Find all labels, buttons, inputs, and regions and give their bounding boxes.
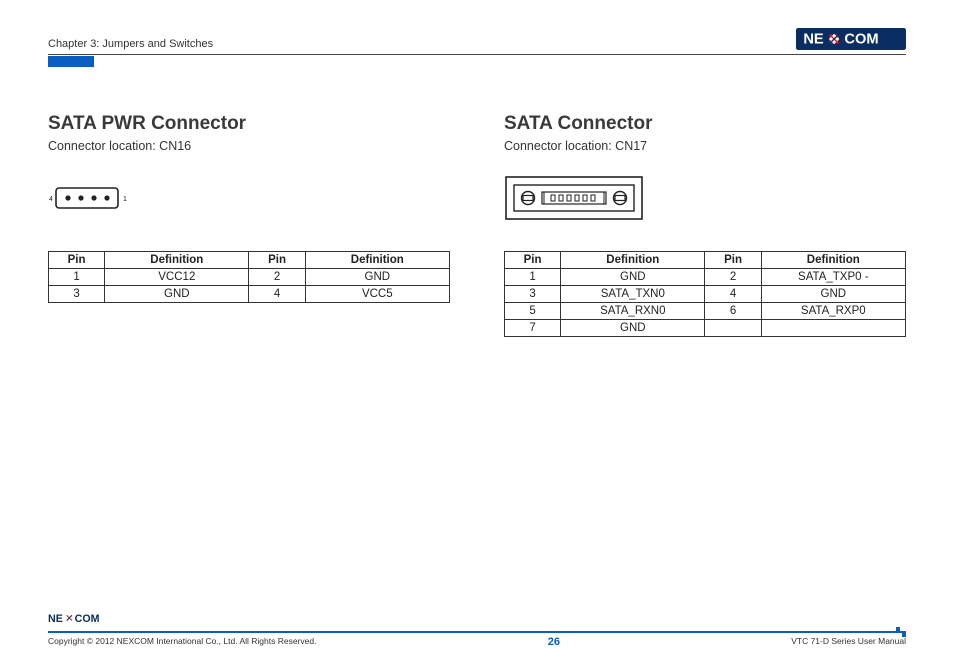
sata-section: SATA Connector Connector location: CN17 xyxy=(504,113,906,337)
svg-text:1: 1 xyxy=(123,196,127,203)
table-row: 5SATA_RXN0 6SATA_RXP0 xyxy=(505,303,906,320)
th-def: Definition xyxy=(305,252,449,269)
footer-rule xyxy=(48,631,906,633)
th-def: Definition xyxy=(105,252,249,269)
table-row: 1GND 2SATA_TXP0 - xyxy=(505,269,906,286)
page-number: 26 xyxy=(548,636,560,648)
cn17-connector-diagram xyxy=(504,175,644,221)
table-row: 3SATA_TXN0 4GND xyxy=(505,286,906,303)
nexcom-footer-logo: NE COM xyxy=(48,611,128,627)
table-row: 7GND xyxy=(505,320,906,337)
accent-bar xyxy=(48,56,94,67)
chapter-title: Chapter 3: Jumpers and Switches xyxy=(48,38,213,50)
nexcom-logo: NE COM xyxy=(796,28,906,50)
svg-text:4: 4 xyxy=(49,196,53,203)
table-row: 3GND 4VCC5 xyxy=(49,286,450,303)
th-def: Definition xyxy=(561,252,705,269)
svg-text:NE: NE xyxy=(48,613,63,625)
th-pin: Pin xyxy=(49,252,105,269)
cn17-pin-table: Pin Definition Pin Definition 1GND 2SATA… xyxy=(504,251,906,337)
th-pin: Pin xyxy=(705,252,761,269)
section-subtitle: Connector location: CN16 xyxy=(48,139,450,153)
copyright-text: Copyright © 2012 NEXCOM International Co… xyxy=(48,636,316,648)
th-pin: Pin xyxy=(505,252,561,269)
table-row: 1VCC12 2GND xyxy=(49,269,450,286)
section-title: SATA Connector xyxy=(504,113,906,135)
svg-text:COM: COM xyxy=(844,31,878,47)
section-title: SATA PWR Connector xyxy=(48,113,450,135)
svg-text:COM: COM xyxy=(75,613,100,625)
doc-title: VTC 71-D Series User Manual xyxy=(791,636,906,648)
sata-pwr-section: SATA PWR Connector Connector location: C… xyxy=(48,113,450,337)
th-def: Definition xyxy=(761,252,905,269)
section-subtitle: Connector location: CN17 xyxy=(504,139,906,153)
th-pin: Pin xyxy=(249,252,305,269)
cn16-connector-diagram: 4 1 xyxy=(48,185,134,211)
cn16-pin-table: Pin Definition Pin Definition 1VCC12 2GN… xyxy=(48,251,450,303)
svg-text:NE: NE xyxy=(803,31,824,47)
